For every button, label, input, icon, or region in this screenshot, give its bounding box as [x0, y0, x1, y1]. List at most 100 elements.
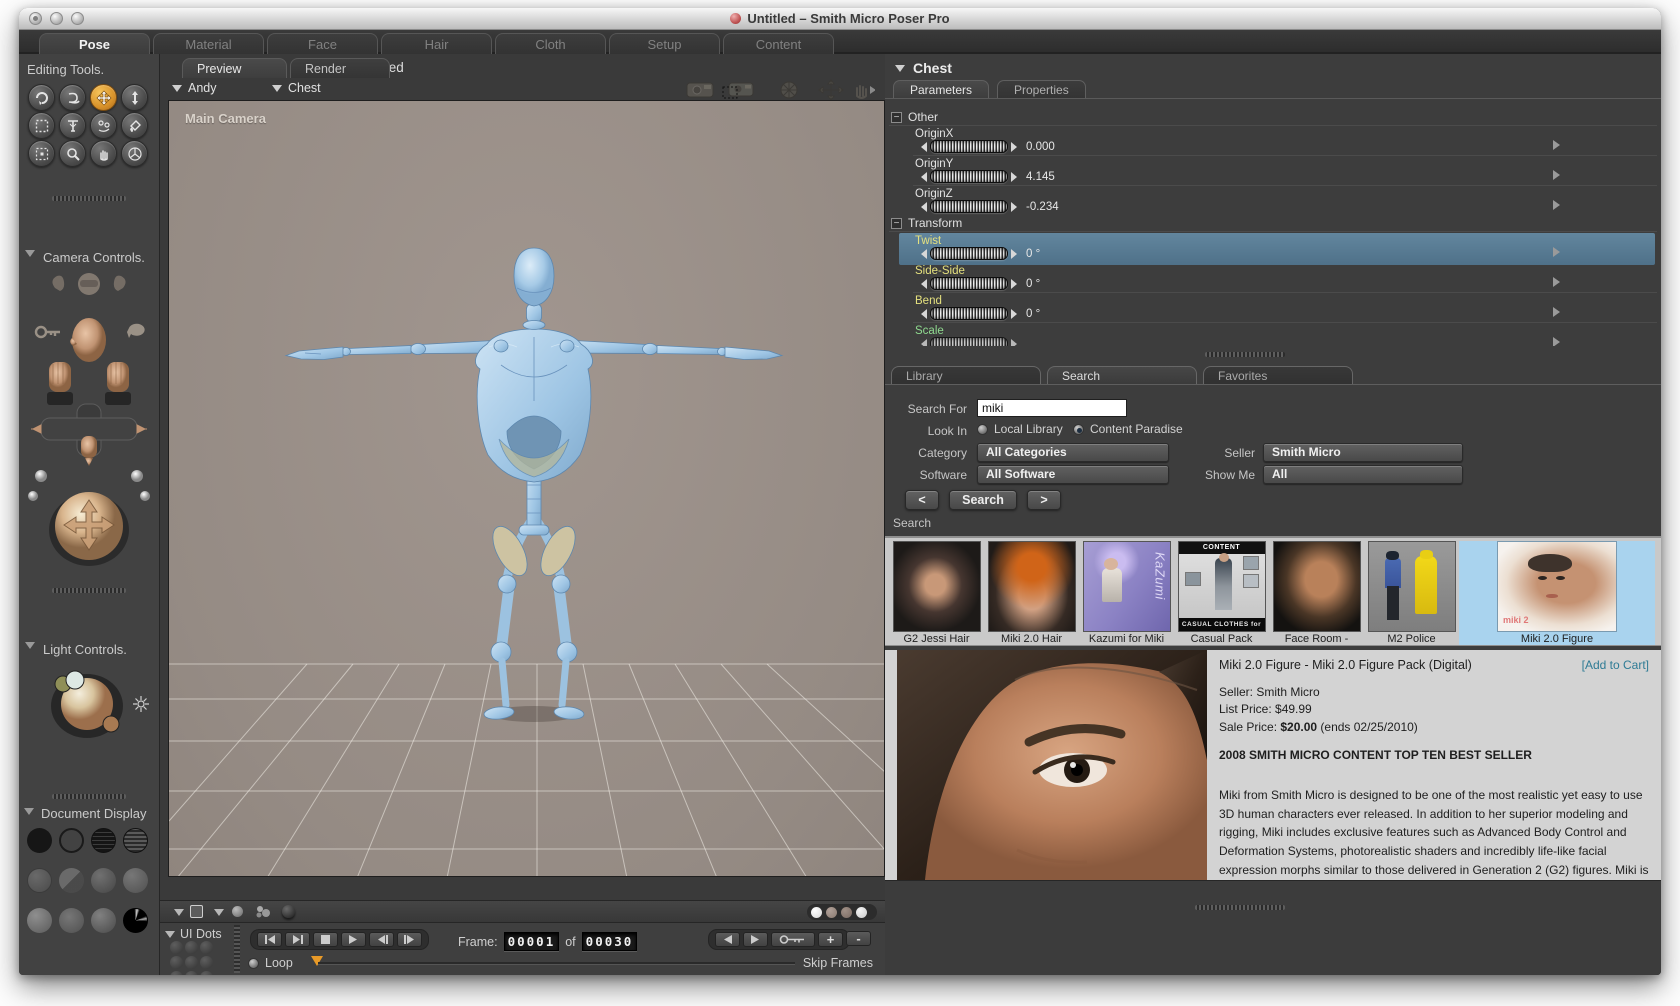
dial-wheel[interactable] — [930, 140, 1008, 153]
tab-library[interactable]: Library — [891, 366, 1041, 384]
tab-properties[interactable]: Properties — [997, 80, 1086, 98]
seller-dropdown[interactable]: Smith Micro — [1263, 443, 1463, 462]
tab-cloth[interactable]: Cloth — [495, 33, 606, 54]
group-select-tool-button[interactable] — [28, 140, 55, 167]
tab-material[interactable]: Material — [153, 33, 264, 54]
add-keyframe-button[interactable]: + — [818, 932, 843, 947]
play-button[interactable] — [341, 932, 366, 947]
param-dial-originx[interactable]: 0.000 — [921, 140, 1055, 153]
result-miki-hair[interactable]: Miki 2.0 Hair — [984, 541, 1079, 645]
translate-inout-tool-button[interactable] — [121, 84, 148, 111]
param-menu-arrow[interactable] — [1553, 170, 1560, 180]
figure-selector[interactable]: Andy — [172, 81, 217, 95]
search-button[interactable]: Search — [949, 490, 1017, 510]
result-face-room[interactable]: Face Room - — [1269, 541, 1364, 645]
sphere-icon[interactable] — [780, 81, 798, 99]
background-swatch[interactable] — [190, 905, 203, 918]
display-style-wireframe[interactable] — [91, 828, 116, 853]
radio-local-library[interactable]: Local Library — [977, 422, 1063, 436]
display-style-flat-shaded[interactable] — [59, 868, 84, 893]
timeline-track[interactable] — [318, 962, 795, 965]
tracking-dot-full[interactable] — [811, 906, 822, 918]
display-style-sketch[interactable] — [123, 908, 148, 933]
tab-hair[interactable]: Hair — [381, 33, 492, 54]
rotate-tool-button[interactable] — [28, 84, 55, 111]
multi-sphere-icon[interactable] — [254, 904, 276, 920]
tab-search[interactable]: Search — [1047, 366, 1197, 384]
param-dial-originy[interactable]: 4.145 — [921, 170, 1055, 183]
dark-sphere-icon[interactable] — [282, 905, 295, 918]
param-dial-side-side[interactable]: 0 ° — [921, 277, 1040, 290]
tracking-dot-box[interactable] — [826, 906, 837, 918]
camera2-icon[interactable] — [722, 82, 754, 99]
param-menu-arrow[interactable] — [1553, 337, 1560, 346]
taper-tool-button[interactable] — [59, 112, 86, 139]
panel-expand-arrow[interactable] — [870, 86, 875, 94]
next-page-button[interactable]: > — [1027, 490, 1061, 510]
param-menu-arrow[interactable] — [1553, 200, 1560, 210]
display-style-smooth-lined[interactable] — [27, 908, 52, 933]
category-dropdown[interactable]: All Categories — [977, 443, 1169, 462]
tab-preview[interactable]: Preview — [182, 58, 287, 78]
translate-tool-button[interactable] — [90, 84, 117, 111]
delete-keyframe-button[interactable]: - — [846, 931, 871, 946]
param-label-twist[interactable]: Twist — [915, 235, 941, 247]
result-kazumi-for-miki[interactable]: KaZumi Kazumi for Miki — [1079, 541, 1174, 645]
param-dial-twist[interactable]: 0 ° — [921, 247, 1040, 260]
param-dial-originz[interactable]: -0.234 — [921, 200, 1059, 213]
param-label[interactable]: OriginZ — [915, 188, 953, 200]
param-menu-arrow[interactable] — [1553, 277, 1560, 287]
param-menu-arrow[interactable] — [1553, 247, 1560, 257]
result-m2-police[interactable]: M2 Police — [1364, 541, 1459, 645]
panel-splitter-handle[interactable] — [1205, 352, 1285, 357]
param-menu-arrow[interactable] — [1553, 307, 1560, 317]
scale-tool-button[interactable] — [28, 112, 55, 139]
tracking-dots[interactable] — [807, 904, 877, 920]
tab-content[interactable]: Content — [723, 33, 834, 54]
display-style-cartoon[interactable] — [59, 908, 84, 933]
tracking-dot-fast[interactable] — [841, 906, 852, 918]
actor-selector[interactable]: Chest — [272, 81, 321, 95]
skip-frames-label[interactable]: Skip Frames — [803, 956, 873, 970]
param-label[interactable]: OriginX — [915, 128, 953, 140]
collapse-icon[interactable]: − — [891, 111, 902, 123]
tab-render[interactable]: Render — [290, 58, 390, 78]
paint-tool-button[interactable] — [121, 112, 148, 139]
display-style-texture-shaded[interactable] — [91, 908, 116, 933]
sphere-toggle-icon[interactable] — [232, 906, 243, 917]
display-style-smooth-shaded[interactable] — [123, 868, 148, 893]
display-style-outline[interactable] — [59, 828, 84, 853]
total-frames-counter[interactable]: 00030 — [581, 932, 638, 951]
prev-key-button[interactable] — [715, 932, 740, 947]
display-style-hidden-line[interactable] — [123, 828, 148, 853]
document-display-collapse-icon[interactable] — [24, 808, 34, 815]
ui-dots-header[interactable]: UI Dots — [165, 927, 222, 941]
loop-toggle[interactable]: Loop — [248, 956, 293, 970]
display-style-silhouette[interactable] — [27, 828, 52, 853]
view-orbit-tool-button[interactable] — [121, 140, 148, 167]
main-viewport[interactable]: Main Camera — [168, 100, 885, 877]
dial-right-arrow[interactable] — [1011, 141, 1017, 152]
display-style-lit-wireframe[interactable] — [27, 868, 52, 893]
next-frame-button[interactable] — [397, 932, 422, 947]
search-input[interactable] — [977, 399, 1127, 417]
next-key-button[interactable] — [743, 932, 768, 947]
param-label[interactable]: OriginY — [915, 158, 953, 170]
edit-keyframes-button[interactable] — [771, 932, 815, 947]
param-label-bend[interactable]: Bend — [915, 295, 942, 307]
tracking-dot-lit[interactable] — [856, 906, 867, 918]
radio-content-paradise[interactable]: Content Paradise — [1073, 422, 1183, 436]
tab-parameters[interactable]: Parameters — [893, 80, 990, 98]
tab-setup[interactable]: Setup — [609, 33, 720, 54]
parameters-actor-selector[interactable]: Chest — [895, 60, 952, 76]
add-to-cart-link[interactable]: [Add to Cart] — [1582, 658, 1649, 672]
magnify-tool-button[interactable] — [59, 140, 86, 167]
param-label-scale[interactable]: Scale — [915, 325, 944, 337]
first-frame-button[interactable] — [257, 932, 282, 947]
tab-face[interactable]: Face — [267, 33, 378, 54]
tab-favorites[interactable]: Favorites — [1203, 366, 1353, 384]
collapse-icon[interactable]: − — [891, 217, 902, 229]
show-me-dropdown[interactable]: All — [1263, 465, 1463, 484]
software-dropdown[interactable]: All Software — [977, 465, 1169, 484]
morph-tool-button[interactable] — [90, 112, 117, 139]
